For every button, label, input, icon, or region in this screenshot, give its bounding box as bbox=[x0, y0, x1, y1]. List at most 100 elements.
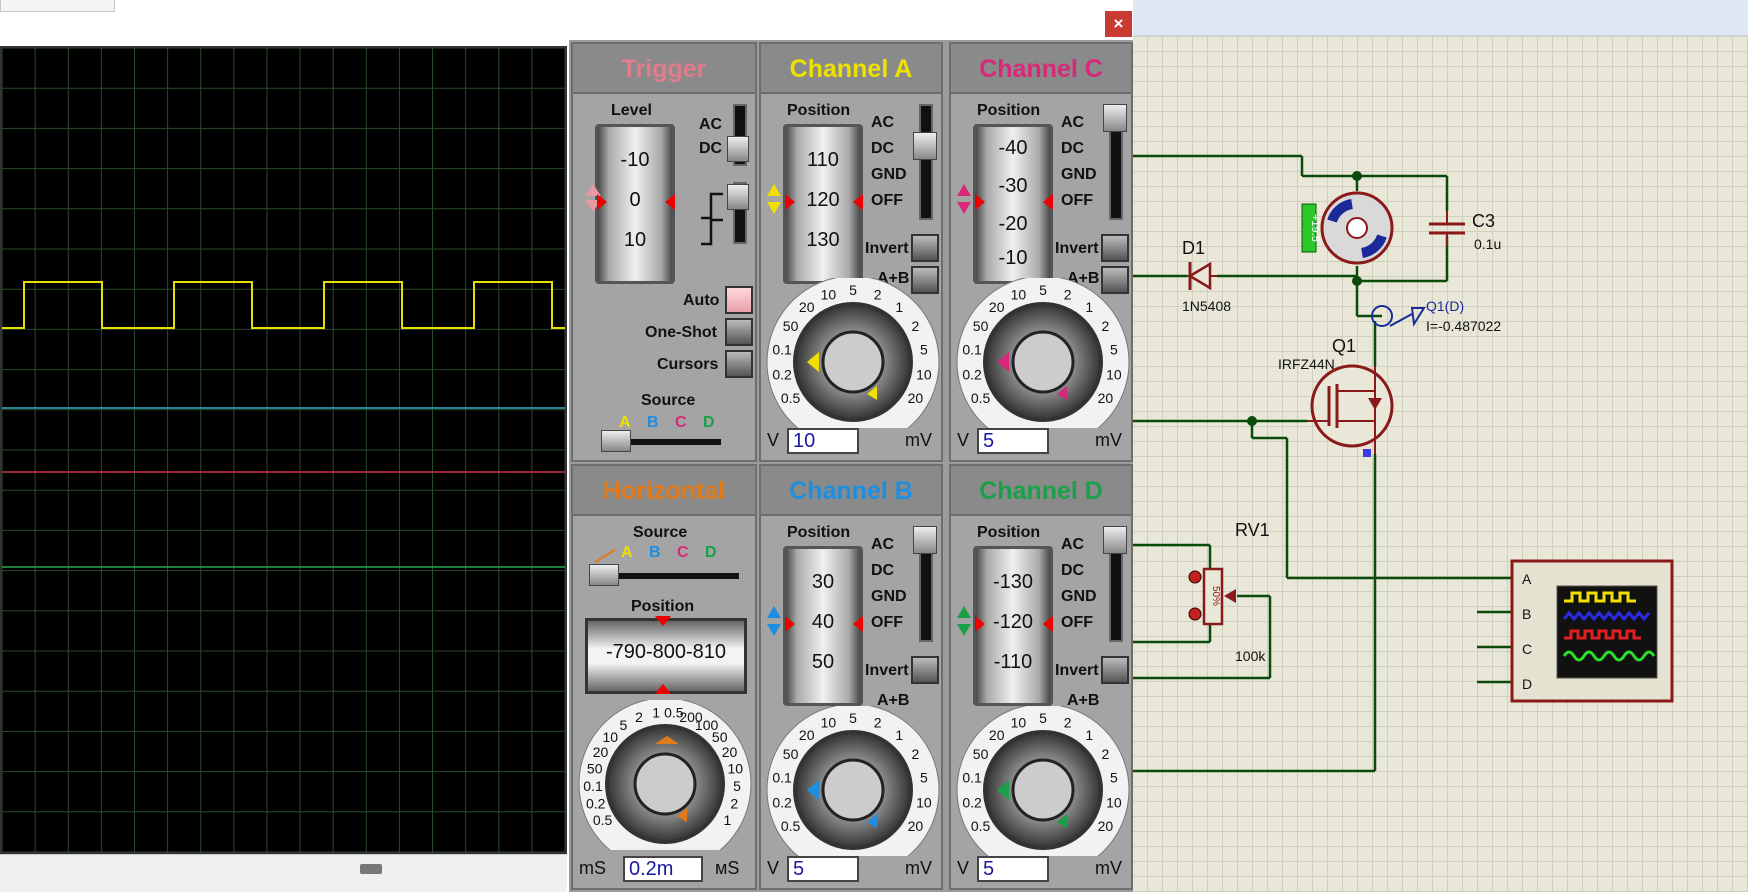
volts-dial-1-label-7: 2 bbox=[1064, 286, 1072, 302]
volts-dial-3-label-8: 1 bbox=[1085, 727, 1093, 743]
channel-b-coupling-knob[interactable] bbox=[913, 526, 937, 554]
volts-dial-1-label-10: 5 bbox=[1110, 342, 1118, 358]
trigger-level-drum[interactable]: -10 0 10 bbox=[595, 124, 675, 284]
channel-a-volts-dial[interactable]: 0.50.20.1502010 5 21251020 bbox=[763, 278, 943, 428]
scrollbar-thumb[interactable] bbox=[360, 864, 382, 874]
timebase-input[interactable]: 0.2m bbox=[623, 856, 703, 882]
channel-b-unit-right: mV bbox=[905, 858, 932, 878]
channel-a-tick-3: 130 bbox=[806, 229, 840, 251]
channel-b-down-arrow[interactable] bbox=[767, 624, 781, 636]
channel-c-volts-input[interactable]: 5 bbox=[977, 428, 1049, 454]
volts-dial-1-label-2: 0.1 bbox=[962, 342, 982, 358]
trigger-source-c[interactable]: C bbox=[675, 414, 687, 432]
channel-a-volts-input[interactable]: 10 bbox=[787, 428, 859, 454]
trigger-source-label: Source bbox=[641, 392, 696, 409]
channel-b-up-arrow[interactable] bbox=[767, 606, 781, 618]
channel-a-off-label: OFF bbox=[871, 192, 903, 209]
volts-dial-1-label-1: 0.2 bbox=[962, 367, 982, 383]
horizontal-source-knob[interactable] bbox=[589, 564, 619, 586]
volts-dial-0-label-11: 10 bbox=[916, 367, 932, 383]
ramp-icon bbox=[594, 549, 616, 563]
channel-a-coupling-slider[interactable] bbox=[919, 104, 933, 220]
channel-a-position-drum[interactable]: 110 120 130 bbox=[783, 124, 863, 284]
q1-label: Q1 bbox=[1332, 336, 1357, 356]
trigger-title: Trigger bbox=[573, 44, 755, 94]
channel-b-section: Channel B Position 30 40 50 AC DC GND OFF Inv… bbox=[759, 464, 943, 890]
trigger-source-d[interactable]: D bbox=[703, 414, 715, 432]
horizontal-position-drum[interactable]: -790-800-810 bbox=[585, 618, 747, 694]
channel-d-position-label: Position bbox=[977, 524, 1041, 541]
horizontal-position-ticks: -790-800-810 bbox=[605, 641, 727, 663]
timebase-dial[interactable]: 0.50.20.150201052 1 0.5200100502010521 bbox=[575, 700, 755, 850]
channel-c-invert-button[interactable] bbox=[1101, 234, 1129, 262]
timebase-dial-label-15: 5 bbox=[733, 778, 741, 794]
channel-d-up-arrow[interactable] bbox=[957, 606, 971, 618]
channel-d-volts-input[interactable]: 5 bbox=[977, 856, 1049, 882]
channel-d-dc-label: DC bbox=[1061, 562, 1085, 579]
channel-d-position-drum[interactable]: -130 -120 -110 bbox=[973, 546, 1053, 706]
channel-a-gnd-label: GND bbox=[871, 166, 907, 183]
rv1-percent: 50% bbox=[1210, 586, 1221, 606]
channel-c-position-drum[interactable]: -40 -30 -20 -10 bbox=[973, 124, 1053, 284]
trigger-source-knob[interactable] bbox=[601, 430, 631, 452]
schematic-canvas[interactable]: +19.5 50% Q1 IRFZ44N C3 0.1u D1 1N5408 Q… bbox=[1132, 36, 1748, 892]
channel-d-coupling-knob[interactable] bbox=[1103, 526, 1127, 554]
channel-c-up-arrow[interactable] bbox=[957, 184, 971, 196]
channel-c-unit-left: V bbox=[957, 430, 970, 450]
volts-dial-1-label-3: 50 bbox=[973, 318, 989, 334]
horizontal-source-a[interactable]: A bbox=[621, 544, 633, 562]
channel-b-volts-dial[interactable]: 0.50.20.1502010 5 21251020 bbox=[763, 706, 943, 856]
volts-dial-2-label-4: 20 bbox=[799, 727, 815, 743]
volts-dial-0-label-3: 50 bbox=[783, 318, 799, 334]
close-button[interactable]: × bbox=[1105, 11, 1132, 37]
channel-b-position-drum[interactable]: 30 40 50 bbox=[783, 546, 863, 706]
trigger-right-marker bbox=[665, 194, 675, 210]
channel-c-tick-3: -20 bbox=[998, 213, 1028, 235]
channel-c-coupling-knob[interactable] bbox=[1103, 104, 1127, 132]
timebase-dial-label-16: 2 bbox=[730, 796, 738, 812]
cursors-button[interactable] bbox=[725, 350, 753, 378]
c3-label: C3 bbox=[1472, 211, 1496, 231]
channel-b-invert-button[interactable] bbox=[911, 656, 939, 684]
channel-c-gnd-label: GND bbox=[1061, 166, 1097, 183]
horizontal-source-d[interactable]: D bbox=[705, 544, 717, 562]
volts-dial-3-label-12: 20 bbox=[1098, 818, 1114, 834]
volts-dial-3-label-7: 2 bbox=[1064, 714, 1072, 730]
trigger-edge-knob[interactable] bbox=[727, 184, 749, 210]
rv1-label: RV1 bbox=[1235, 520, 1270, 540]
scope-scrollbar[interactable] bbox=[0, 854, 567, 892]
channel-c-down-arrow[interactable] bbox=[957, 202, 971, 214]
oneshot-label: One-Shot bbox=[645, 324, 717, 341]
trigger-tick-1: -10 bbox=[620, 149, 650, 171]
channel-d-ac-label: AC bbox=[1061, 536, 1085, 553]
d1-value: 1N5408 bbox=[1182, 298, 1232, 314]
timebase-dial-label-12: 50 bbox=[712, 729, 728, 745]
trigger-coupling-knob[interactable] bbox=[727, 136, 749, 162]
probe-value: I=-0.487022 bbox=[1426, 318, 1502, 334]
volts-dial-2-label-12: 20 bbox=[908, 818, 924, 834]
channel-a-coupling-knob[interactable] bbox=[913, 132, 937, 160]
trigger-source-b[interactable]: B bbox=[647, 414, 659, 432]
channel-c-dc-label: DC bbox=[1061, 140, 1085, 157]
channel-a-down-arrow[interactable] bbox=[767, 202, 781, 214]
timebase-dial-label-4: 20 bbox=[593, 744, 609, 760]
trigger-edge-icon bbox=[701, 192, 723, 246]
auto-button[interactable] bbox=[725, 286, 753, 314]
volts-dial-1-label-9: 2 bbox=[1102, 318, 1110, 334]
channel-b-volts-input[interactable]: 5 bbox=[787, 856, 859, 882]
channel-a-position-label: Position bbox=[787, 102, 851, 119]
volts-dial-0-label-0: 0.5 bbox=[781, 390, 801, 406]
channel-d-invert-button[interactable] bbox=[1101, 656, 1129, 684]
horizontal-source-c[interactable]: C bbox=[677, 544, 689, 562]
oneshot-button[interactable] bbox=[725, 318, 753, 346]
channel-c-volts-dial[interactable]: 0.50.20.1502010 5 21251020 bbox=[953, 278, 1133, 428]
channel-c-invert-label: Invert bbox=[1055, 240, 1099, 257]
channel-d-down-arrow[interactable] bbox=[957, 624, 971, 636]
horizontal-source-b[interactable]: B bbox=[649, 544, 661, 562]
channel-a-invert-button[interactable] bbox=[911, 234, 939, 262]
channel-a-up-arrow[interactable] bbox=[767, 184, 781, 196]
window-tab[interactable] bbox=[0, 0, 115, 12]
channel-d-volts-dial[interactable]: 0.50.20.1502010 5 21251020 bbox=[953, 706, 1133, 856]
channel-a-invert-label: Invert bbox=[865, 240, 909, 257]
channel-c-tick-1: -40 bbox=[998, 137, 1028, 159]
